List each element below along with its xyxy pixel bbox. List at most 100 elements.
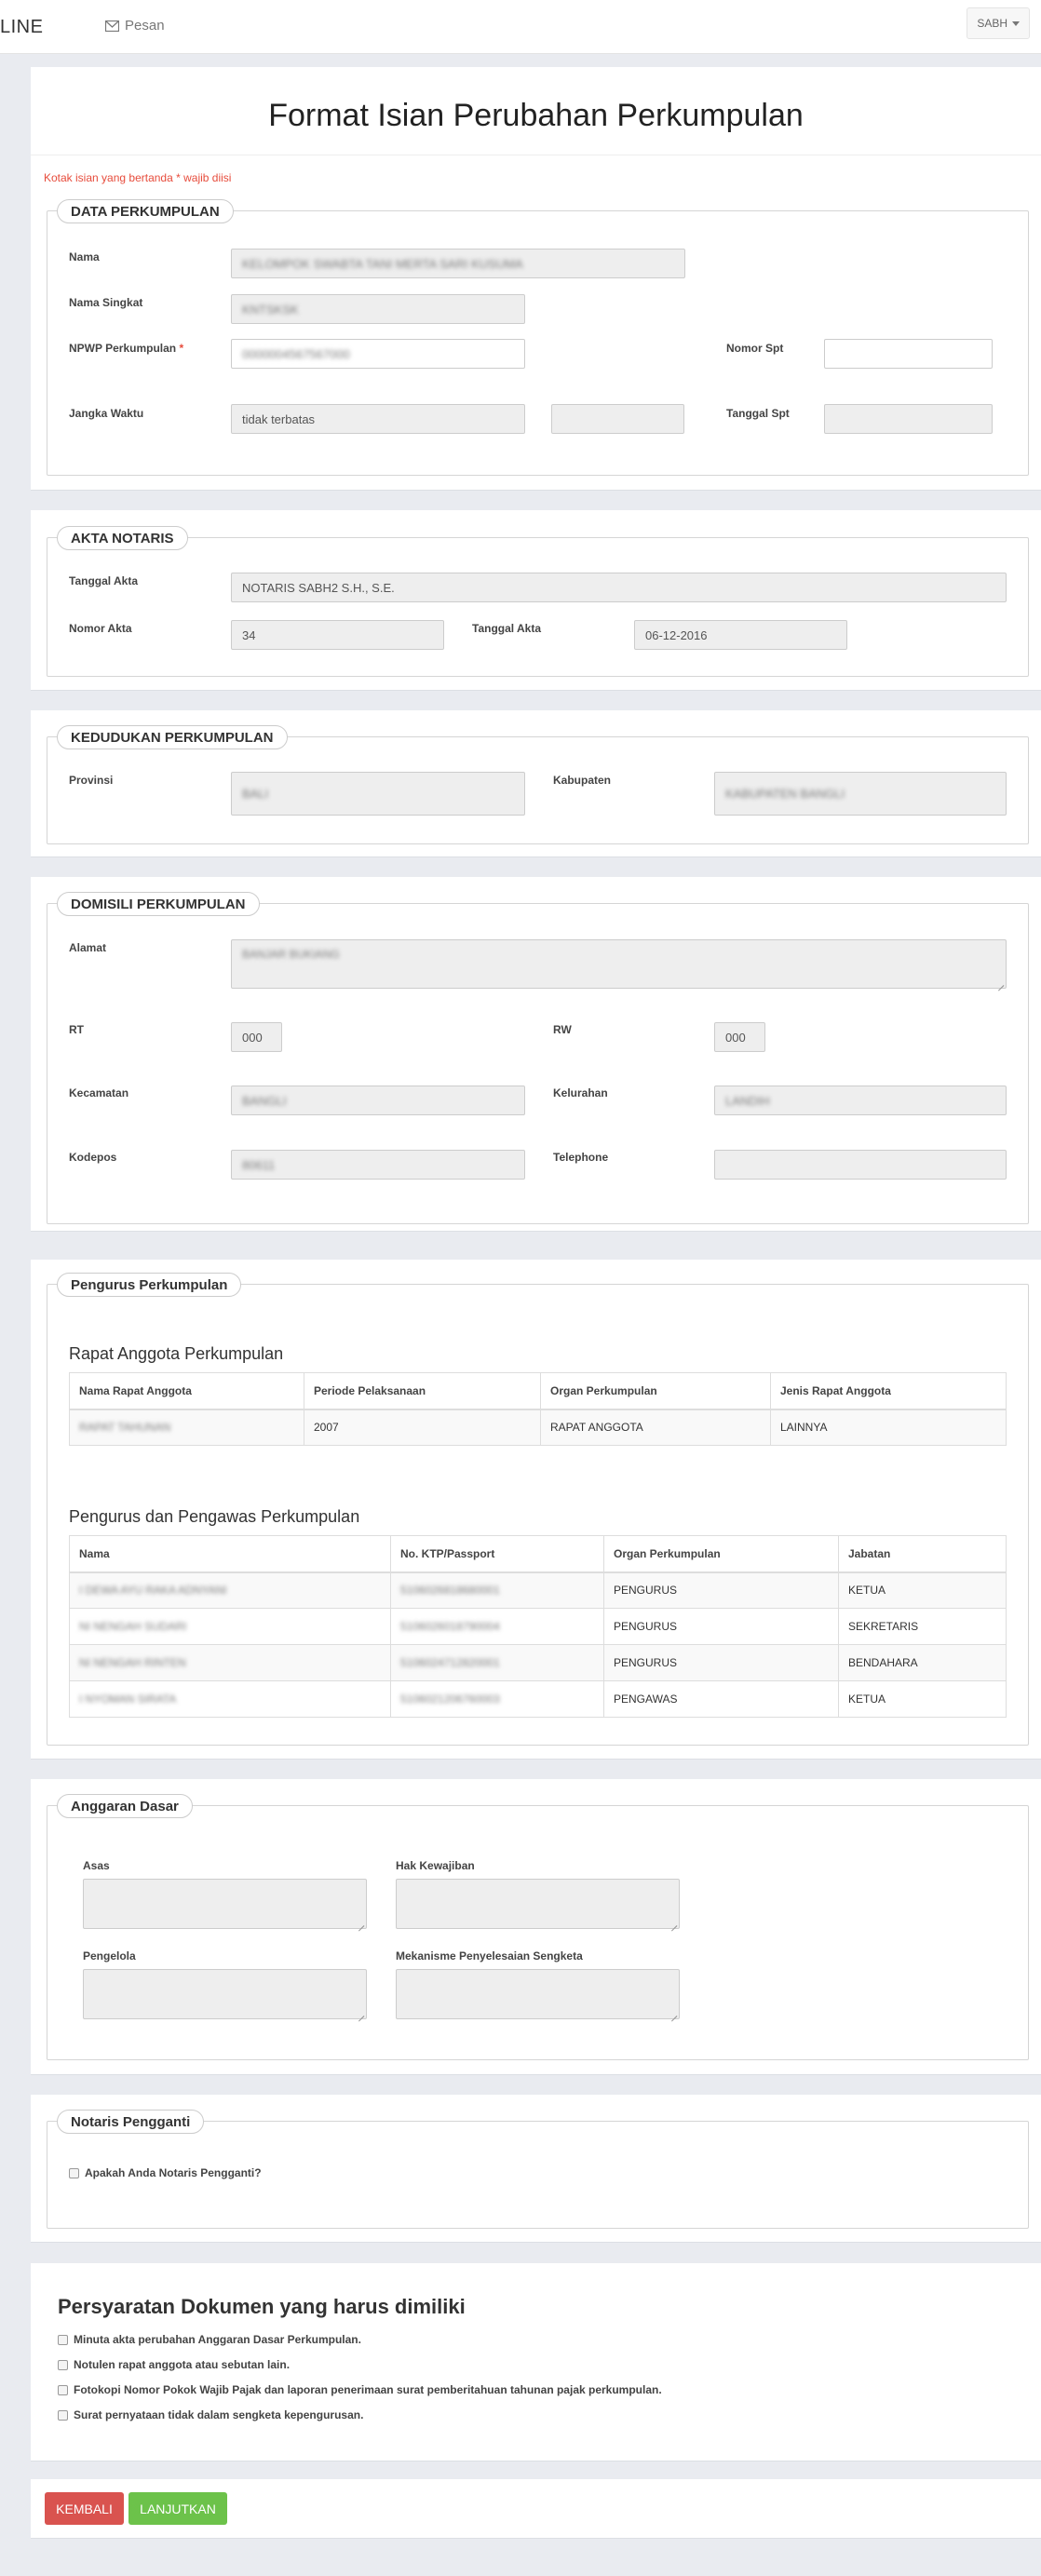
fieldset-data-perkumpulan: DATA PERKUMPULAN Nama KELOMPOK SWABTA TA…: [47, 199, 1029, 476]
brand-logo-text[interactable]: LINE: [0, 17, 43, 38]
cell-periode: 2007: [304, 1409, 541, 1446]
label-nomor-spt: Nomor Spt: [726, 342, 784, 355]
table-row[interactable]: NI NENGAH SUDARI 5106026018790004 PENGUR…: [69, 1608, 1007, 1645]
legend-anggaran: Anggaran Dasar: [57, 1794, 193, 1818]
label-pengelola: Pengelola: [83, 1949, 136, 1962]
checkbox-box[interactable]: [58, 2359, 68, 2370]
input-telephone[interactable]: [714, 1150, 1007, 1180]
checkbox-box[interactable]: [58, 2334, 68, 2345]
label-kodepos: Kodepos: [69, 1151, 117, 1164]
cell-nama-rapat: RAPAT TAHUNAN: [69, 1409, 304, 1446]
input-kelurahan[interactable]: LANDIH: [714, 1086, 1007, 1115]
input-kecamatan[interactable]: BANGLI: [231, 1086, 525, 1115]
kembali-button[interactable]: KEMBALI: [45, 2492, 124, 2525]
resize-grip-icon[interactable]: [669, 1919, 677, 1926]
checkbox-box[interactable]: [58, 2384, 68, 2395]
input-provinsi[interactable]: BALI: [231, 772, 525, 816]
checkbox-doc-3[interactable]: Fotokopi Nomor Pokok Wajib Pajak dan lap…: [58, 2383, 662, 2396]
alamat-text: BANJAR BUKIANG: [242, 948, 340, 961]
cell-organ: PENGURUS: [603, 1571, 839, 1609]
cell-organ: RAPAT ANGGOTA: [540, 1409, 771, 1446]
legend-akta-notaris: AKTA NOTARIS: [57, 526, 188, 550]
input-tanggal-spt[interactable]: [824, 404, 993, 434]
resize-grip-icon[interactable]: [357, 2009, 364, 2016]
legend-notaris-pengganti: Notaris Pengganti: [57, 2110, 205, 2134]
checkbox-label: Fotokopi Nomor Pokok Wajib Pajak dan lap…: [74, 2383, 662, 2396]
checkbox-doc-2[interactable]: Notulen rapat anggota atau sebutan lain.: [58, 2358, 290, 2371]
cell-nama: I NYOMAN SIRATA: [69, 1680, 391, 1718]
col-ktp: No. KTP/Passport: [390, 1535, 604, 1573]
input-nomor-akta[interactable]: 34: [231, 620, 444, 650]
table-row[interactable]: RAPAT TAHUNAN 2007 RAPAT ANGGOTA LAINNYA: [69, 1409, 1007, 1446]
legend-pengurus: Pengurus Perkumpulan: [57, 1273, 242, 1297]
fieldset-notaris-pengganti: Notaris Pengganti Apakah Anda Notaris Pe…: [47, 2110, 1029, 2229]
messages-nav-link[interactable]: Pesan: [105, 18, 165, 34]
checkbox-notaris-pengganti[interactable]: Apakah Anda Notaris Pengganti?: [69, 2166, 262, 2179]
table-row[interactable]: I DEWA AYU RAKA ADNYANI 5106026818680001…: [69, 1571, 1007, 1609]
fieldset-pengurus: Pengurus Perkumpulan Rapat Anggota Perku…: [47, 1273, 1029, 1746]
textarea-hak-kewajiban[interactable]: [396, 1879, 680, 1929]
checkbox-label: Notulen rapat anggota atau sebutan lain.: [74, 2358, 291, 2371]
cell-ktp: 5106026018790004: [390, 1608, 604, 1645]
input-kodepos[interactable]: 80611: [231, 1150, 525, 1180]
input-notaris[interactable]: NOTARIS SABH2 S.H., S.E.: [231, 573, 1007, 602]
input-rw[interactable]: 000: [714, 1022, 765, 1052]
checkbox-doc-4[interactable]: Surat pernyataan tidak dalam sengketa ke…: [58, 2408, 363, 2421]
input-nomor-spt[interactable]: [824, 339, 993, 369]
input-jangka-waktu-extra[interactable]: [551, 404, 684, 434]
table-row[interactable]: NI NENGAH RINTEN 5106024712820001 PENGUR…: [69, 1644, 1007, 1681]
messages-label: Pesan: [125, 18, 165, 34]
legend-kedudukan: KEDUDUKAN PERKUMPULAN: [57, 725, 288, 749]
form-card-notaris-pengganti: Notaris Pengganti Apakah Anda Notaris Pe…: [31, 2095, 1041, 2243]
user-menu-dropdown[interactable]: SABH: [967, 7, 1030, 39]
form-card-anggaran: Anggaran Dasar Asas Hak Kewajiban Pengel…: [31, 1779, 1041, 2075]
cell-jenis: LAINNYA: [770, 1409, 1007, 1446]
input-npwp[interactable]: 0000004567567000: [231, 339, 525, 369]
label-kecamatan: Kecamatan: [69, 1086, 129, 1099]
input-tanggal-akta[interactable]: 06-12-2016: [634, 620, 847, 650]
rapat-anggota-title: Rapat Anggota Perkumpulan: [69, 1344, 284, 1363]
input-kabupaten[interactable]: KABUPATEN BANGLI: [714, 772, 1007, 816]
resize-grip-icon[interactable]: [357, 1919, 364, 1926]
cell-nama: I DEWA AYU RAKA ADNYANI: [69, 1571, 391, 1609]
form-card-data: Format Isian Perubahan Perkumpulan Kotak…: [31, 67, 1041, 491]
cell-organ: PENGURUS: [603, 1644, 839, 1681]
textarea-alamat[interactable]: BANJAR BUKIANG: [231, 939, 1007, 989]
textarea-mekanisme[interactable]: [396, 1969, 680, 2019]
label-nama-singkat: Nama Singkat: [69, 296, 143, 309]
fieldset-domisili: DOMISILI PERKUMPULAN Alamat BANJAR BUKIA…: [47, 892, 1029, 1224]
checkbox-label: Apakah Anda Notaris Pengganti?: [85, 2166, 262, 2179]
fieldset-anggaran: Anggaran Dasar Asas Hak Kewajiban Pengel…: [47, 1794, 1029, 2060]
resize-grip-icon[interactable]: [669, 2009, 677, 2016]
label-mekanisme: Mekanisme Penyelesaian Sengketa: [396, 1949, 583, 1962]
label-tanggal-spt: Tanggal Spt: [726, 407, 790, 420]
form-card-akta: AKTA NOTARIS Tanggal Akta NOTARIS SABH2 …: [31, 510, 1041, 691]
user-name: SABH: [977, 17, 1007, 30]
col-nama-rapat: Nama Rapat Anggota: [69, 1372, 304, 1410]
top-navbar: LINE Pesan SABH: [0, 0, 1041, 54]
persyaratan-title: Persyaratan Dokumen yang harus dimiliki: [58, 2295, 466, 2318]
required-asterisk: *: [179, 342, 184, 355]
label-hak-kewajiban: Hak Kewajiban: [396, 1859, 475, 1872]
textarea-asas[interactable]: [83, 1879, 367, 1929]
col-organ: Organ Perkumpulan: [540, 1372, 771, 1410]
input-nama-singkat[interactable]: KNTSKSK: [231, 294, 525, 324]
checkbox-box[interactable]: [58, 2409, 68, 2421]
label-kelurahan: Kelurahan: [553, 1086, 608, 1099]
input-nama[interactable]: KELOMPOK SWABTA TANI MERTA SARI KUSUMA: [231, 249, 685, 278]
lanjutkan-button[interactable]: LANJUTKAN: [128, 2492, 227, 2525]
cell-ktp: 5106021206760003: [390, 1680, 604, 1718]
cell-jabatan: KETUA: [838, 1680, 1007, 1718]
table-row[interactable]: I NYOMAN SIRATA 5106021206760003 PENGAWA…: [69, 1680, 1007, 1718]
checkbox-doc-1[interactable]: Minuta akta perubahan Anggaran Dasar Per…: [58, 2333, 361, 2346]
col-jenis-rapat: Jenis Rapat Anggota: [770, 1372, 1007, 1410]
input-jangka-waktu[interactable]: tidak terbatas: [231, 404, 525, 434]
cell-jabatan: BENDAHARA: [838, 1644, 1007, 1681]
col-organ-perkumpulan: Organ Perkumpulan: [603, 1535, 839, 1573]
envelope-icon: [105, 20, 119, 32]
input-rt[interactable]: 000: [231, 1022, 282, 1052]
checkbox-box[interactable]: [69, 2167, 79, 2178]
textarea-pengelola[interactable]: [83, 1969, 367, 2019]
label-rw: RW: [553, 1023, 572, 1036]
resize-grip-icon[interactable]: [996, 978, 1004, 986]
